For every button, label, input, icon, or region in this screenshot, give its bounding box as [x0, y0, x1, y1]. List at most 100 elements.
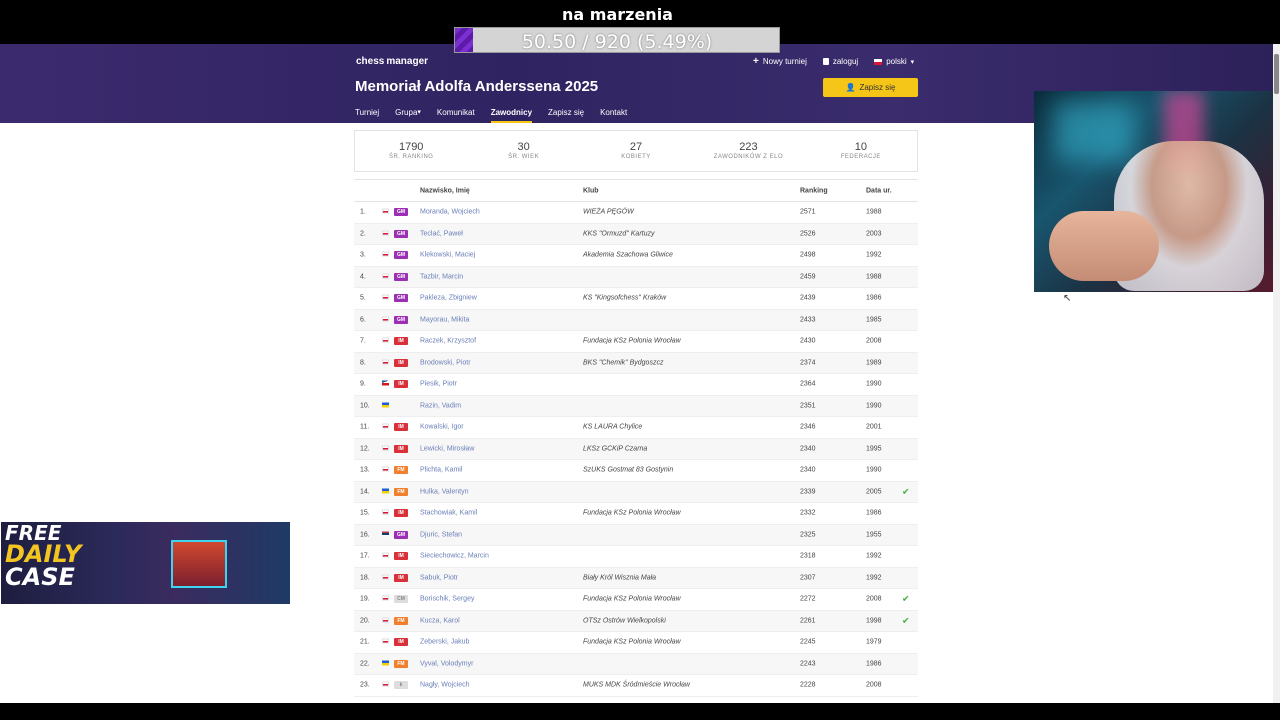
site-logo[interactable]: chess manager	[356, 56, 428, 67]
stat-label: KOBIETY	[621, 154, 651, 160]
player-birth-year: 1985	[866, 316, 882, 324]
player-club: Fundacja KSz Polonia Wrocław	[583, 509, 681, 517]
lock-icon	[822, 58, 829, 65]
player-name-link[interactable]: Tazbir, Marcin	[420, 273, 463, 280]
title-badge: GM	[394, 294, 408, 303]
player-ranking: 2340	[800, 445, 816, 453]
table-row: 13. FM Plichta, Kamil SzUKS Gostmat 83 Gost…	[354, 460, 918, 482]
player-name-link[interactable]: Raczek, Krzysztof	[420, 338, 476, 345]
player-name-link[interactable]: Borischik, Sergey	[420, 596, 474, 603]
table-row: 14. FM Hulka, Valentyn 2339 2005 ✔	[354, 481, 918, 503]
player-name-link[interactable]: Mayorau, Mikita	[420, 316, 469, 323]
plus-icon: +	[753, 56, 759, 67]
player-ranking: 2430	[800, 337, 816, 345]
player-birth-year: 1990	[866, 402, 882, 410]
player-name-link[interactable]: Kowalski, Igor	[420, 424, 464, 431]
row-number: 6.	[360, 316, 366, 324]
table-row: 2. GM Teclać, Paweł KKS "Ormuzd" Kartuzy 252…	[354, 223, 918, 245]
player-name-link[interactable]: Plichta, Kamil	[420, 467, 462, 474]
stats-panel: 1790 ŚR. RANKING 30 ŚR. WIEK 27 KOBIETY 223 ZAW…	[354, 130, 918, 172]
header-ranking[interactable]: Ranking	[800, 187, 828, 194]
player-name-link[interactable]: Razin, Vadim	[420, 402, 461, 409]
stat-label: ZAWODNIKÓW Z ELO	[713, 154, 784, 160]
player-ranking: 2272	[800, 595, 816, 603]
player-name-link[interactable]: Klekowski, Maciej	[420, 252, 475, 259]
new-tournament-link[interactable]: + Nowy turniej	[753, 56, 807, 67]
title-badge: IM	[394, 337, 408, 346]
nav-item-5[interactable]: Kontakt	[600, 108, 627, 123]
title-badge: IM	[394, 380, 408, 389]
header-club[interactable]: Klub	[583, 187, 599, 194]
page-scrollbar[interactable]	[1273, 44, 1280, 703]
nav-item-2[interactable]: Komunikat	[437, 108, 475, 123]
player-name-link[interactable]: Piesik, Piotr	[420, 381, 457, 388]
player-name-link[interactable]: Hulka, Valentyn	[420, 488, 469, 495]
player-club: BKS "Chemik" Bydgoszcz	[583, 359, 664, 367]
player-name-link[interactable]: Teclać, Paweł	[420, 230, 463, 237]
goal-progress-bar: 50.50 / 920 (5.49%)	[454, 27, 780, 53]
player-name-link[interactable]: Zeberski, Jakub	[420, 639, 469, 646]
player-name-link[interactable]: Paklezа, Zbigniew	[420, 295, 477, 302]
stat-value: 10	[854, 141, 867, 153]
player-ranking: 2459	[800, 273, 816, 281]
player-birth-year: 1990	[866, 466, 882, 474]
signup-button[interactable]: 👤 Zapisz się	[823, 78, 918, 97]
player-birth-year: 2008	[866, 681, 882, 689]
player-club: Fundacja KSz Polonia Wrocław	[583, 595, 681, 603]
login-link[interactable]: zaloguj	[822, 57, 859, 66]
flag-pl-icon	[874, 58, 883, 65]
header-birth[interactable]: Data ur.	[866, 187, 892, 194]
header-name[interactable]: Nazwisko, Imię	[420, 187, 470, 194]
player-ranking: 2318	[800, 552, 816, 560]
table-row: 6. GM Mayorau, Mikita 2433 1985	[354, 309, 918, 331]
nav-item-0[interactable]: Turniej	[355, 108, 379, 123]
nav-item-3[interactable]: Zawodnicy	[490, 108, 533, 123]
player-ranking: 2364	[800, 380, 816, 388]
flag-pl-icon	[382, 294, 389, 302]
cursor-icon: ↖	[1063, 293, 1072, 304]
row-number: 14.	[360, 488, 370, 496]
title-badge: FM	[394, 616, 408, 625]
player-club: KKS "Ormuzd" Kartuzy	[583, 230, 655, 238]
promo-ad[interactable]: FREE DAILY CASE	[1, 522, 290, 604]
player-name-link[interactable]: Kucza, Karol	[420, 617, 460, 624]
player-name-link[interactable]: Vyval, Volodymyr	[420, 660, 473, 667]
row-number: 12.	[360, 445, 370, 453]
row-number: 5.	[360, 294, 366, 302]
player-name-link[interactable]: Sabuk, Piotr	[420, 574, 458, 581]
flag-pl-icon	[382, 230, 389, 237]
player-name-link[interactable]: Lewicki, Mirosław	[420, 445, 474, 452]
row-number: 11.	[360, 423, 370, 431]
title-badge: GM	[394, 315, 408, 324]
player-name-link[interactable]: Sieciechowicz, Marcin	[420, 553, 489, 560]
player-club: LKSz GCKiP Czarna	[583, 445, 648, 453]
table-row: 20. FM Kucza, Karol OTSz Ostrów Wielkopolsk…	[354, 610, 918, 632]
flag-cz-icon	[382, 380, 389, 388]
table-row: 19. CM Borischik, Sergey Fundacja KSz Polon…	[354, 589, 918, 611]
player-name-link[interactable]: Stachowiak, Kamil	[420, 510, 477, 517]
nav-item-1[interactable]: Grupa	[395, 108, 417, 123]
row-number: 13.	[360, 466, 370, 474]
chevron-down-icon: ▾	[910, 58, 915, 66]
header-actions: + Nowy turniej zaloguj polski ▾	[753, 56, 914, 67]
player-ranking: 2498	[800, 251, 816, 259]
ad-line3: CASE	[5, 562, 75, 591]
nav-item-4[interactable]: Zapisz się	[548, 108, 584, 123]
login-label: zaloguj	[832, 57, 859, 66]
player-name-link[interactable]: Moranda, Wojciech	[420, 209, 480, 216]
flag-pl-icon	[382, 552, 389, 560]
player-name-link[interactable]: Nagły, Wojciech	[420, 682, 470, 689]
player-name-link[interactable]: Brodowski, Piotr	[420, 359, 471, 366]
row-number: 10.	[360, 402, 370, 410]
language-select[interactable]: polski ▾	[874, 57, 914, 66]
player-club: WIEŻA PĘGÓW	[583, 208, 634, 216]
player-club: Biały Król Wisznia Mała	[583, 574, 657, 582]
player-club: Akademia Szachowa Gliwice	[583, 251, 673, 259]
title-badge: IM	[394, 552, 408, 561]
checkmark-icon: ✔	[902, 615, 910, 626]
table-header: Nazwisko, Imię Klub Ranking Data ur.	[354, 179, 918, 202]
player-name-link[interactable]: Djuric, Stefan	[420, 531, 462, 538]
flag-pl-icon	[382, 445, 389, 452]
scroll-thumb[interactable]	[1274, 54, 1279, 94]
flag-pl-icon	[382, 337, 389, 345]
